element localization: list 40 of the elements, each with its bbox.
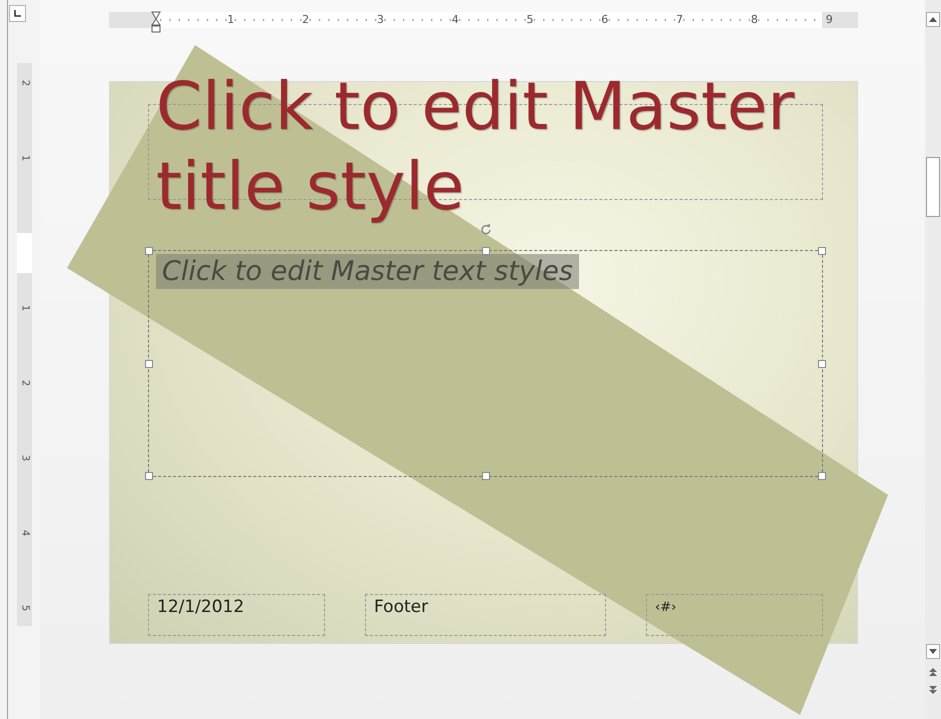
footer-text: Footer [374, 597, 428, 617]
previous-slide-icon[interactable] [929, 667, 937, 677]
next-slide-icon[interactable] [929, 685, 937, 695]
ruler-number: 2 [18, 78, 30, 88]
ruler-number: 6 [600, 13, 610, 26]
up-arrow-icon [929, 17, 937, 22]
resize-handle[interactable] [145, 472, 153, 480]
ruler-number: 1 [18, 154, 30, 164]
ruler-number: 2 [18, 378, 30, 388]
resize-handle[interactable] [145, 360, 153, 368]
scroll-thumb[interactable] [926, 157, 940, 217]
title-text[interactable]: Click to edit Master title style [156, 67, 828, 227]
ruler-position-marker [17, 233, 32, 273]
ruler-number: 5 [526, 13, 534, 26]
ruler-number: 8 [750, 13, 759, 26]
ruler-number: 9 [824, 13, 834, 26]
ruler-number: 3 [376, 13, 385, 26]
ruler-number: 4 [18, 528, 30, 538]
indent-marker-icon[interactable] [151, 11, 161, 33]
ruler-number: 7 [675, 13, 684, 26]
resize-handle[interactable] [818, 472, 826, 480]
ruler-number: 2 [301, 13, 310, 26]
footer-text: ‹#› [655, 600, 676, 615]
scroll-up-button[interactable] [926, 12, 940, 27]
footer-placeholder[interactable]: Footer [365, 594, 606, 636]
resize-handle[interactable] [818, 360, 826, 368]
footer-text: 12/1/2012 [157, 597, 244, 617]
resize-handle[interactable] [145, 247, 153, 255]
ruler-number: 4 [450, 13, 460, 26]
rotate-handle-icon[interactable] [480, 223, 492, 235]
ruler-number: 1 [18, 304, 30, 314]
tab-stop-icon [14, 10, 21, 17]
ruler-number: 5 [18, 604, 30, 614]
tab-selector[interactable] [9, 5, 26, 22]
footer-placeholder[interactable]: 12/1/2012 [148, 594, 325, 636]
scroll-down-button[interactable] [926, 644, 940, 659]
down-arrow-icon [929, 649, 937, 654]
ruler-number: 3 [18, 454, 30, 464]
resize-handle[interactable] [818, 247, 826, 255]
ruler-number: 1 [226, 13, 236, 26]
